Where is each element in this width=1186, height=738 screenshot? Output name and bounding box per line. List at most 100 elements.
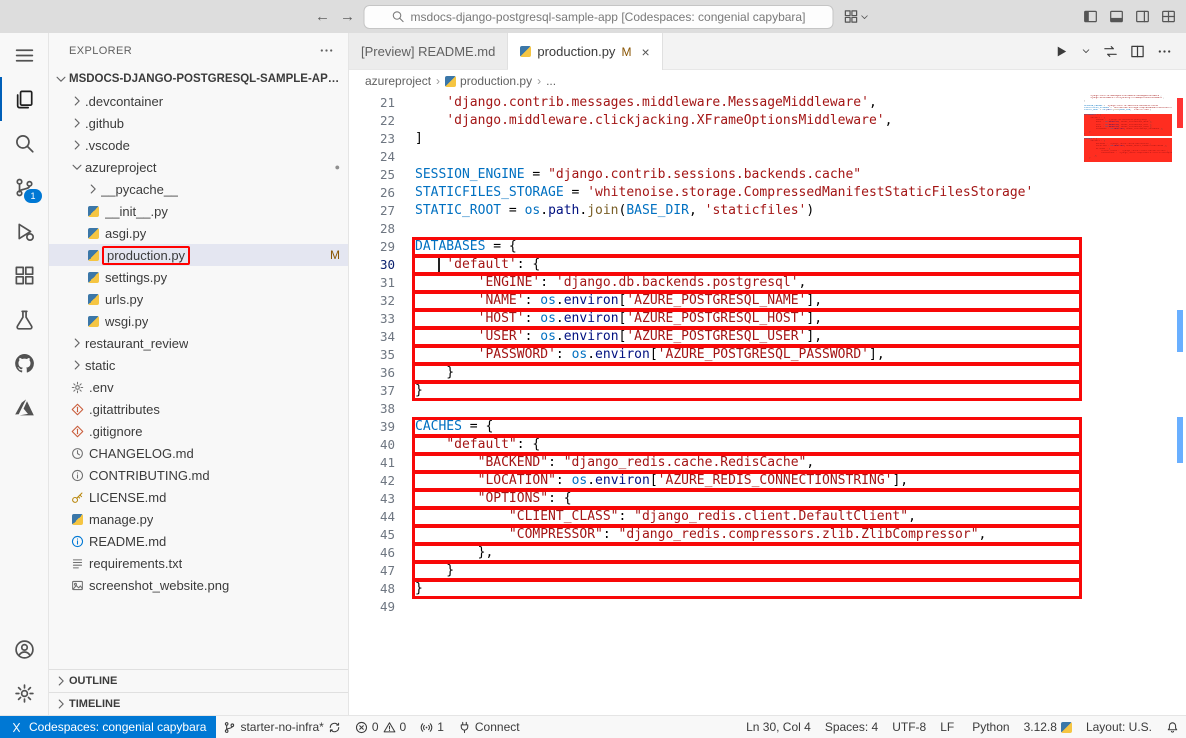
back-icon[interactable]: ←: [314, 8, 332, 25]
file-license-md[interactable]: LICENSE.md: [49, 486, 348, 508]
folder-restaurant-review[interactable]: restaurant_review: [49, 332, 348, 354]
github-button[interactable]: [0, 341, 48, 385]
file-manage-py[interactable]: manage.py: [49, 508, 348, 530]
code-line-31[interactable]: 31 'ENGINE': 'django.db.backends.postgre…: [349, 274, 1084, 292]
code-line-28[interactable]: 28: [349, 220, 1084, 238]
open-changes-icon[interactable]: [1103, 44, 1118, 59]
code-line-24[interactable]: 24: [349, 148, 1084, 166]
menu-button[interactable]: [0, 33, 48, 77]
code-line-36[interactable]: 36 }: [349, 364, 1084, 382]
code-line-22[interactable]: 22 'django.middleware.clickjacking.XFram…: [349, 112, 1084, 130]
minimap[interactable]: 'django.contrib.messages.middleware.Mess…: [1084, 92, 1172, 715]
code-line-30[interactable]: 30 'default': {: [349, 256, 1084, 274]
code-line-44[interactable]: 44 "CLIENT_CLASS": "django_redis.client.…: [349, 508, 1084, 526]
remote-indicator[interactable]: Codespaces: congenial capybara: [0, 716, 216, 738]
settings-button[interactable]: [0, 671, 48, 715]
run-debug-button[interactable]: [0, 209, 48, 253]
file-env[interactable]: .env: [49, 376, 348, 398]
toggle-secondary-sidebar-icon[interactable]: [1135, 9, 1150, 24]
notifications-bell[interactable]: [1159, 716, 1186, 738]
file-contributing-md[interactable]: CONTRIBUTING.md: [49, 464, 348, 486]
close-icon[interactable]: ×: [641, 44, 649, 60]
code-line-43[interactable]: 43 "OPTIONS": {: [349, 490, 1084, 508]
language-indicator[interactable]: Python: [961, 716, 1016, 738]
code-line-41[interactable]: 41 "BACKEND": "django_redis.cache.RedisC…: [349, 454, 1084, 472]
cursor-position-indicator[interactable]: Ln 30, Col 4: [739, 716, 818, 738]
split-editor-icon[interactable]: [1130, 44, 1145, 59]
search-button[interactable]: [0, 121, 48, 165]
more-actions-icon[interactable]: [1157, 44, 1172, 59]
code-line-23[interactable]: 23]: [349, 130, 1084, 148]
code-line-35[interactable]: 35 'PASSWORD': os.environ['AZURE_POSTGRE…: [349, 346, 1084, 364]
forward-icon[interactable]: →: [339, 8, 357, 25]
file-asgi-py[interactable]: asgi.py: [49, 222, 348, 244]
code-line-37[interactable]: 37}: [349, 382, 1084, 400]
explorer-button[interactable]: [0, 77, 48, 121]
code-line-39[interactable]: 39CACHES = {: [349, 418, 1084, 436]
code-line-29[interactable]: 29DATABASES = {: [349, 238, 1084, 256]
file-wsgi-py[interactable]: wsgi.py: [49, 310, 348, 332]
code-line-42[interactable]: 42 "LOCATION": os.environ['AZURE_REDIS_C…: [349, 472, 1084, 490]
file-production-py[interactable]: production.pyM: [49, 244, 348, 266]
problems-indicator[interactable]: 0 0: [348, 716, 413, 738]
folder-pycache[interactable]: __pycache__: [49, 178, 348, 200]
extensions-button[interactable]: [0, 253, 48, 297]
testing-button[interactable]: [0, 297, 48, 341]
toggle-panel-icon[interactable]: [1109, 9, 1124, 24]
folder-devcontainer[interactable]: .devcontainer: [49, 90, 348, 112]
tab-production-py[interactable]: production.pyM×: [508, 33, 662, 70]
keyboard-layout-indicator[interactable]: Layout: U.S.: [1079, 716, 1159, 738]
section-outline[interactable]: OUTLINE: [49, 669, 348, 692]
file-gitattributes[interactable]: .gitattributes: [49, 398, 348, 420]
folder-msdocs-django-postgresql-sample-app[interactable]: MSDOCS-DJANGO-POSTGRESQL-SAMPLE-APP...: [49, 68, 348, 90]
code-line-33[interactable]: 33 'HOST': os.environ['AZURE_POSTGRESQL_…: [349, 310, 1084, 328]
customize-layout-icon[interactable]: [1161, 9, 1176, 24]
codespaces-menu-button[interactable]: [841, 7, 873, 26]
explorer-more-actions-icon[interactable]: [319, 43, 334, 58]
breadcrumb-azureproject[interactable]: azureproject: [365, 74, 431, 88]
code-line-27[interactable]: 27STATIC_ROOT = os.path.join(BASE_DIR, '…: [349, 202, 1084, 220]
code-line-47[interactable]: 47 }: [349, 562, 1084, 580]
code-line-34[interactable]: 34 'USER': os.environ['AZURE_POSTGRESQL_…: [349, 328, 1084, 346]
file-requirements-txt[interactable]: requirements.txt: [49, 552, 348, 574]
run-dropdown-icon[interactable]: [1081, 46, 1091, 56]
command-center-search[interactable]: msdocs-django-postgresql-sample-app [Cod…: [364, 5, 834, 29]
code-line-38[interactable]: 38: [349, 400, 1084, 418]
encoding-indicator[interactable]: UTF-8: [885, 716, 933, 738]
file-readme-md[interactable]: README.md: [49, 530, 348, 552]
azure-button[interactable]: [0, 385, 48, 429]
branch-indicator[interactable]: starter-no-infra*: [216, 716, 347, 738]
file-changelog-md[interactable]: CHANGELOG.md: [49, 442, 348, 464]
code-line-49[interactable]: 49: [349, 598, 1084, 616]
code-area[interactable]: 21 'django.contrib.messages.middleware.M…: [349, 92, 1084, 715]
code-line-48[interactable]: 48}: [349, 580, 1084, 598]
code-line-45[interactable]: 45 "COMPRESSOR": "django_redis.compresso…: [349, 526, 1084, 544]
folder-github[interactable]: .github: [49, 112, 348, 134]
toggle-primary-sidebar-icon[interactable]: [1083, 9, 1098, 24]
tab-preview-readme-md[interactable]: [Preview] README.md: [349, 33, 508, 69]
code-line-46[interactable]: 46 },: [349, 544, 1084, 562]
breadcrumb-symbol[interactable]: ...: [546, 74, 556, 88]
folder-vscode[interactable]: .vscode: [49, 134, 348, 156]
code-line-40[interactable]: 40 "default": {: [349, 436, 1084, 454]
file-settings-py[interactable]: settings.py: [49, 266, 348, 288]
file-init-py[interactable]: __init__.py: [49, 200, 348, 222]
code-line-32[interactable]: 32 'NAME': os.environ['AZURE_POSTGRESQL_…: [349, 292, 1084, 310]
folder-azureproject[interactable]: azureproject●: [49, 156, 348, 178]
code-line-26[interactable]: 26STATICFILES_STORAGE = 'whitenoise.stor…: [349, 184, 1084, 202]
connect-indicator[interactable]: Connect: [451, 716, 527, 738]
source-control-button[interactable]: 1: [0, 165, 48, 209]
run-python-file-button[interactable]: [1054, 44, 1069, 59]
account-button[interactable]: [0, 627, 48, 671]
code-line-25[interactable]: 25SESSION_ENGINE = "django.contrib.sessi…: [349, 166, 1084, 184]
file-gitignore[interactable]: .gitignore: [49, 420, 348, 442]
python-interpreter-indicator[interactable]: 3.12.8: [1017, 716, 1079, 738]
indentation-indicator[interactable]: Spaces: 4: [818, 716, 885, 738]
ports-indicator[interactable]: 1: [413, 716, 451, 738]
file-screenshot-website-png[interactable]: screenshot_website.png: [49, 574, 348, 596]
code-line-21[interactable]: 21 'django.contrib.messages.middleware.M…: [349, 94, 1084, 112]
file-urls-py[interactable]: urls.py: [49, 288, 348, 310]
eol-indicator[interactable]: LF: [933, 716, 961, 738]
section-timeline[interactable]: TIMELINE: [49, 692, 348, 715]
breadcrumb-production-py[interactable]: production.py: [445, 74, 532, 88]
